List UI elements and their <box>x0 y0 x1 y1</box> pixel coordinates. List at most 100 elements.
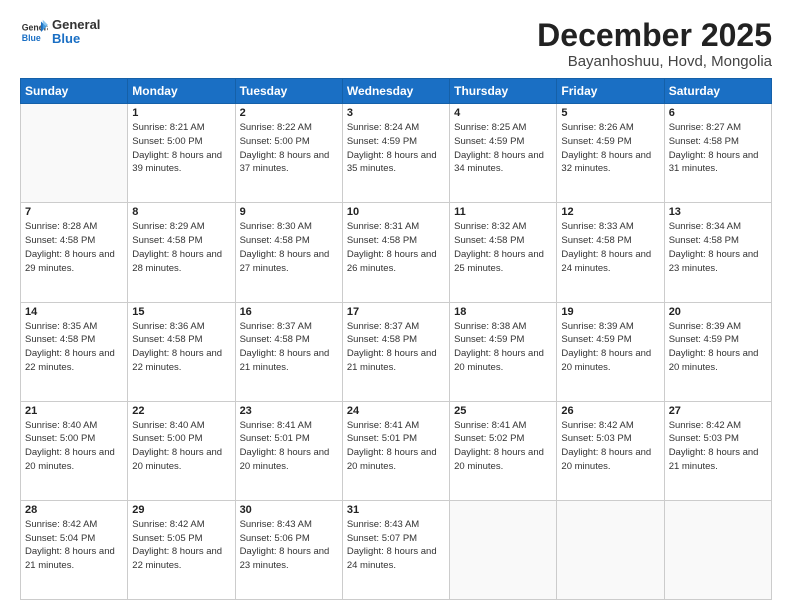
day-number: 23 <box>240 405 338 417</box>
day-info: Sunrise: 8:29 AM Sunset: 4:58 PM Dayligh… <box>132 220 230 275</box>
day-info: Sunrise: 8:27 AM Sunset: 4:58 PM Dayligh… <box>669 121 767 176</box>
daylight-text: Daylight: 8 hours and 21 minutes. <box>240 348 330 373</box>
day-number: 8 <box>132 206 230 218</box>
sunset-text: Sunset: 5:01 PM <box>240 433 310 444</box>
sunset-text: Sunset: 4:58 PM <box>240 235 310 246</box>
daylight-text: Daylight: 8 hours and 23 minutes. <box>669 249 759 274</box>
calendar-cell <box>557 500 664 599</box>
calendar-week-row: 7 Sunrise: 8:28 AM Sunset: 4:58 PM Dayli… <box>21 203 772 302</box>
calendar-week-row: 28 Sunrise: 8:42 AM Sunset: 5:04 PM Dayl… <box>21 500 772 599</box>
sunset-text: Sunset: 4:58 PM <box>25 334 95 345</box>
sunset-text: Sunset: 4:58 PM <box>561 235 631 246</box>
sunset-text: Sunset: 4:59 PM <box>669 334 739 345</box>
calendar-cell: 25 Sunrise: 8:41 AM Sunset: 5:02 PM Dayl… <box>450 401 557 500</box>
sunrise-text: Sunrise: 8:27 AM <box>669 122 741 133</box>
calendar-cell: 19 Sunrise: 8:39 AM Sunset: 4:59 PM Dayl… <box>557 302 664 401</box>
day-number: 30 <box>240 504 338 516</box>
day-info: Sunrise: 8:39 AM Sunset: 4:59 PM Dayligh… <box>669 320 767 375</box>
sunrise-text: Sunrise: 8:29 AM <box>132 221 204 232</box>
sunrise-text: Sunrise: 8:24 AM <box>347 122 419 133</box>
day-number: 26 <box>561 405 659 417</box>
day-number: 17 <box>347 306 445 318</box>
calendar-table: SundayMondayTuesdayWednesdayThursdayFrid… <box>20 78 772 600</box>
daylight-text: Daylight: 8 hours and 22 minutes. <box>132 546 222 571</box>
day-number: 4 <box>454 107 552 119</box>
calendar-cell: 2 Sunrise: 8:22 AM Sunset: 5:00 PM Dayli… <box>235 104 342 203</box>
calendar-cell: 11 Sunrise: 8:32 AM Sunset: 4:58 PM Dayl… <box>450 203 557 302</box>
day-info: Sunrise: 8:42 AM Sunset: 5:03 PM Dayligh… <box>561 419 659 474</box>
title-block: December 2025 Bayanhoshuu, Hovd, Mongoli… <box>537 18 772 70</box>
day-number: 22 <box>132 405 230 417</box>
daylight-text: Daylight: 8 hours and 20 minutes. <box>454 447 544 472</box>
sunset-text: Sunset: 4:59 PM <box>561 334 631 345</box>
day-info: Sunrise: 8:25 AM Sunset: 4:59 PM Dayligh… <box>454 121 552 176</box>
sunset-text: Sunset: 4:58 PM <box>669 235 739 246</box>
daylight-text: Daylight: 8 hours and 35 minutes. <box>347 150 437 175</box>
sunrise-text: Sunrise: 8:40 AM <box>25 420 97 431</box>
sunrise-text: Sunrise: 8:41 AM <box>454 420 526 431</box>
day-number: 13 <box>669 206 767 218</box>
day-info: Sunrise: 8:21 AM Sunset: 5:00 PM Dayligh… <box>132 121 230 176</box>
calendar-cell: 10 Sunrise: 8:31 AM Sunset: 4:58 PM Dayl… <box>342 203 449 302</box>
sunrise-text: Sunrise: 8:39 AM <box>561 321 633 332</box>
calendar-cell: 31 Sunrise: 8:43 AM Sunset: 5:07 PM Dayl… <box>342 500 449 599</box>
day-info: Sunrise: 8:28 AM Sunset: 4:58 PM Dayligh… <box>25 220 123 275</box>
calendar-cell: 4 Sunrise: 8:25 AM Sunset: 4:59 PM Dayli… <box>450 104 557 203</box>
sunrise-text: Sunrise: 8:42 AM <box>25 519 97 530</box>
weekday-header-friday: Friday <box>557 79 664 104</box>
calendar-cell: 1 Sunrise: 8:21 AM Sunset: 5:00 PM Dayli… <box>128 104 235 203</box>
sunset-text: Sunset: 5:00 PM <box>240 136 310 147</box>
day-info: Sunrise: 8:34 AM Sunset: 4:58 PM Dayligh… <box>669 220 767 275</box>
daylight-text: Daylight: 8 hours and 20 minutes. <box>240 447 330 472</box>
day-info: Sunrise: 8:32 AM Sunset: 4:58 PM Dayligh… <box>454 220 552 275</box>
daylight-text: Daylight: 8 hours and 20 minutes. <box>561 348 651 373</box>
day-info: Sunrise: 8:42 AM Sunset: 5:05 PM Dayligh… <box>132 518 230 573</box>
calendar-cell: 9 Sunrise: 8:30 AM Sunset: 4:58 PM Dayli… <box>235 203 342 302</box>
daylight-text: Daylight: 8 hours and 22 minutes. <box>25 348 115 373</box>
sunrise-text: Sunrise: 8:36 AM <box>132 321 204 332</box>
day-info: Sunrise: 8:40 AM Sunset: 5:00 PM Dayligh… <box>25 419 123 474</box>
daylight-text: Daylight: 8 hours and 21 minutes. <box>347 348 437 373</box>
sunset-text: Sunset: 4:58 PM <box>347 334 417 345</box>
day-number: 25 <box>454 405 552 417</box>
daylight-text: Daylight: 8 hours and 28 minutes. <box>132 249 222 274</box>
calendar-cell: 27 Sunrise: 8:42 AM Sunset: 5:03 PM Dayl… <box>664 401 771 500</box>
day-info: Sunrise: 8:22 AM Sunset: 5:00 PM Dayligh… <box>240 121 338 176</box>
calendar-week-row: 21 Sunrise: 8:40 AM Sunset: 5:00 PM Dayl… <box>21 401 772 500</box>
day-info: Sunrise: 8:41 AM Sunset: 5:02 PM Dayligh… <box>454 419 552 474</box>
month-title: December 2025 <box>537 18 772 53</box>
daylight-text: Daylight: 8 hours and 24 minutes. <box>561 249 651 274</box>
sunset-text: Sunset: 5:00 PM <box>132 433 202 444</box>
sunrise-text: Sunrise: 8:41 AM <box>240 420 312 431</box>
calendar-cell <box>664 500 771 599</box>
sunrise-text: Sunrise: 8:32 AM <box>454 221 526 232</box>
calendar-cell: 6 Sunrise: 8:27 AM Sunset: 4:58 PM Dayli… <box>664 104 771 203</box>
day-number: 7 <box>25 206 123 218</box>
day-number: 29 <box>132 504 230 516</box>
day-number: 19 <box>561 306 659 318</box>
calendar-cell: 16 Sunrise: 8:37 AM Sunset: 4:58 PM Dayl… <box>235 302 342 401</box>
calendar-week-row: 1 Sunrise: 8:21 AM Sunset: 5:00 PM Dayli… <box>21 104 772 203</box>
day-number: 27 <box>669 405 767 417</box>
sunset-text: Sunset: 5:03 PM <box>669 433 739 444</box>
calendar-cell: 3 Sunrise: 8:24 AM Sunset: 4:59 PM Dayli… <box>342 104 449 203</box>
day-info: Sunrise: 8:42 AM Sunset: 5:03 PM Dayligh… <box>669 419 767 474</box>
day-info: Sunrise: 8:42 AM Sunset: 5:04 PM Dayligh… <box>25 518 123 573</box>
day-info: Sunrise: 8:37 AM Sunset: 4:58 PM Dayligh… <box>240 320 338 375</box>
sunset-text: Sunset: 4:59 PM <box>561 136 631 147</box>
daylight-text: Daylight: 8 hours and 21 minutes. <box>25 546 115 571</box>
calendar-cell: 30 Sunrise: 8:43 AM Sunset: 5:06 PM Dayl… <box>235 500 342 599</box>
daylight-text: Daylight: 8 hours and 25 minutes. <box>454 249 544 274</box>
day-number: 31 <box>347 504 445 516</box>
calendar-cell: 28 Sunrise: 8:42 AM Sunset: 5:04 PM Dayl… <box>21 500 128 599</box>
day-number: 10 <box>347 206 445 218</box>
sunset-text: Sunset: 4:58 PM <box>240 334 310 345</box>
sunrise-text: Sunrise: 8:21 AM <box>132 122 204 133</box>
sunrise-text: Sunrise: 8:31 AM <box>347 221 419 232</box>
location: Bayanhoshuu, Hovd, Mongolia <box>537 53 772 70</box>
day-info: Sunrise: 8:39 AM Sunset: 4:59 PM Dayligh… <box>561 320 659 375</box>
sunrise-text: Sunrise: 8:22 AM <box>240 122 312 133</box>
sunrise-text: Sunrise: 8:39 AM <box>669 321 741 332</box>
daylight-text: Daylight: 8 hours and 21 minutes. <box>669 447 759 472</box>
daylight-text: Daylight: 8 hours and 22 minutes. <box>132 348 222 373</box>
